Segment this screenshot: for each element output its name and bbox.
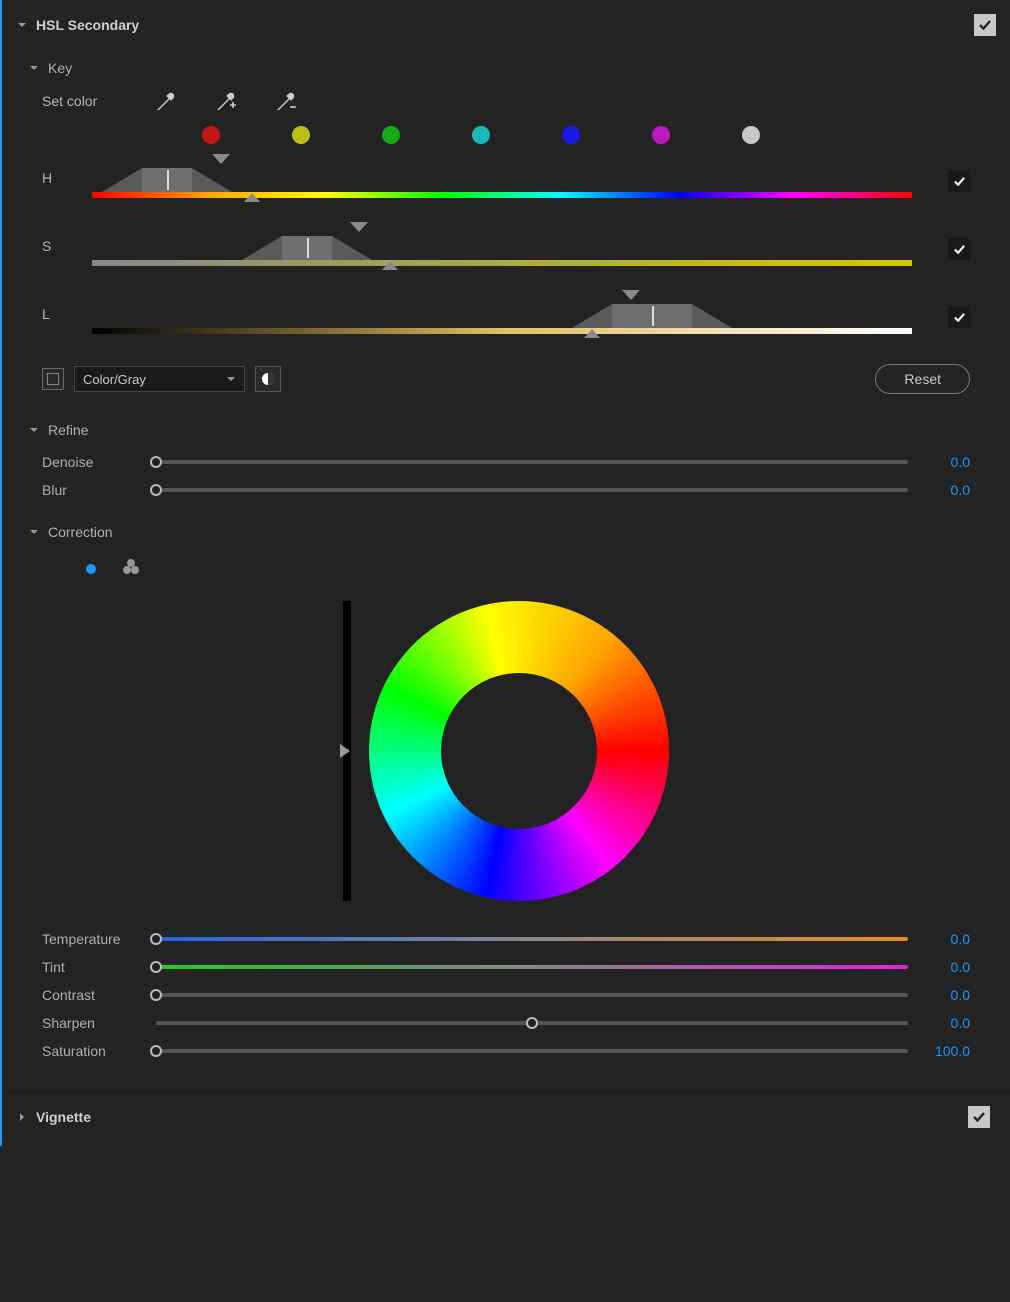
swatch-white[interactable] xyxy=(742,126,760,144)
preset-swatches xyxy=(2,126,1010,154)
three-way-mode-icon[interactable] xyxy=(122,558,140,579)
contrast-value[interactable]: 0.0 xyxy=(922,987,970,1003)
show-mask-checkbox[interactable] xyxy=(42,368,64,390)
vignette-header[interactable]: Vignette xyxy=(2,1092,1010,1146)
blur-value[interactable]: 0.0 xyxy=(922,482,970,498)
hsl-secondary-header[interactable]: HSL Secondary xyxy=(2,0,1010,50)
refine-title: Refine xyxy=(48,422,88,438)
reset-button[interactable]: Reset xyxy=(875,364,970,394)
swatch-yellow[interactable] xyxy=(292,126,310,144)
swatch-cyan[interactable] xyxy=(472,126,490,144)
chevron-right-icon xyxy=(16,1111,28,1123)
luma-handle-icon[interactable] xyxy=(340,744,350,758)
color-wheel[interactable] xyxy=(369,601,669,901)
saturation-value[interactable]: 100.0 xyxy=(922,1043,970,1059)
swatch-red[interactable] xyxy=(202,126,220,144)
tint-slider[interactable] xyxy=(156,965,908,969)
contrast-label: Contrast xyxy=(42,987,142,1003)
saturation-range-slider[interactable] xyxy=(92,222,912,266)
denoise-value[interactable]: 0.0 xyxy=(922,454,970,470)
key-title: Key xyxy=(48,60,72,76)
chevron-down-icon xyxy=(28,424,40,436)
eyedropper-set-icon[interactable] xyxy=(155,90,177,112)
lightness-range-slider[interactable] xyxy=(92,290,912,334)
luma-slider[interactable] xyxy=(343,601,351,901)
saturation-label: S xyxy=(42,238,72,266)
saturation-slider[interactable] xyxy=(156,1049,908,1053)
saturation-enable-checkbox[interactable] xyxy=(948,238,970,260)
eyedropper-add-icon[interactable] xyxy=(215,90,237,112)
wheel-mode-icon[interactable] xyxy=(86,564,96,574)
dropdown-value: Color/Gray xyxy=(83,372,146,387)
temperature-value[interactable]: 0.0 xyxy=(922,931,970,947)
key-header[interactable]: Key xyxy=(2,50,1010,86)
saturation-label: Saturation xyxy=(42,1043,142,1059)
lightness-enable-checkbox[interactable] xyxy=(948,306,970,328)
hue-range-slider[interactable] xyxy=(92,154,912,198)
refine-header[interactable]: Refine xyxy=(2,412,1010,448)
mask-display-dropdown[interactable]: Color/Gray xyxy=(74,366,245,392)
tint-label: Tint xyxy=(42,959,142,975)
chevron-down-icon xyxy=(16,19,28,31)
set-color-label: Set color xyxy=(42,93,97,109)
temperature-label: Temperature xyxy=(42,931,142,947)
eyedropper-subtract-icon[interactable] xyxy=(275,90,297,112)
panel-enable-checkbox[interactable] xyxy=(974,14,996,36)
denoise-label: Denoise xyxy=(42,454,142,470)
correction-title: Correction xyxy=(48,524,113,540)
swatch-green[interactable] xyxy=(382,126,400,144)
hue-label: H xyxy=(42,170,72,198)
blur-label: Blur xyxy=(42,482,142,498)
sharpen-label: Sharpen xyxy=(42,1015,142,1031)
lightness-label: L xyxy=(42,306,72,334)
swatch-blue[interactable] xyxy=(562,126,580,144)
correction-header[interactable]: Correction xyxy=(2,514,1010,550)
vignette-enable-checkbox[interactable] xyxy=(968,1106,990,1128)
hue-enable-checkbox[interactable] xyxy=(948,170,970,192)
tint-value[interactable]: 0.0 xyxy=(922,959,970,975)
chevron-down-icon xyxy=(226,372,236,387)
panel-title: HSL Secondary xyxy=(36,17,139,33)
sharpen-value[interactable]: 0.0 xyxy=(922,1015,970,1031)
temperature-slider[interactable] xyxy=(156,937,908,941)
vignette-title: Vignette xyxy=(36,1109,91,1125)
contrast-slider[interactable] xyxy=(156,993,908,997)
invert-mask-button[interactable] xyxy=(255,366,281,392)
denoise-slider[interactable] xyxy=(156,460,908,464)
swatch-magenta[interactable] xyxy=(652,126,670,144)
chevron-down-icon xyxy=(28,62,40,74)
blur-slider[interactable] xyxy=(156,488,908,492)
sharpen-slider[interactable] xyxy=(156,1021,908,1025)
chevron-down-icon xyxy=(28,526,40,538)
